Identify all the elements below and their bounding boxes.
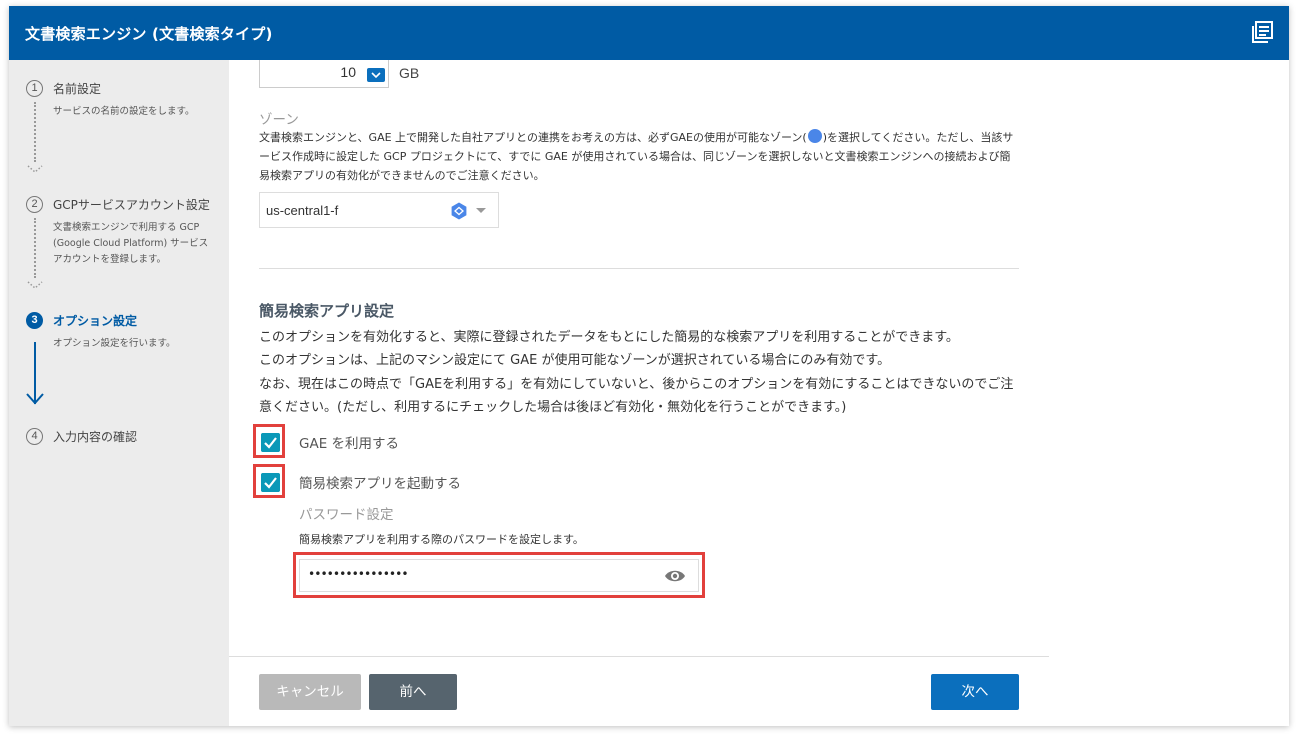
launch-app-label[interactable]: 簡易検索アプリを起動する — [299, 472, 461, 492]
zone-select-value: us-central1-f — [266, 203, 339, 218]
desc-line: なお、現在はこの時点で「GAEを利用する」を有効にしていないと、後からこのオプシ… — [259, 376, 1014, 415]
dialog: 文書検索エンジン (文書検索タイプ) 1 名前設定 サービスの名前の設定をします… — [9, 6, 1289, 726]
step-label: GCPサービスアカウント設定 — [53, 198, 210, 212]
password-value: •••••••••••••••• — [308, 567, 409, 581]
chevron-down-icon — [27, 281, 43, 289]
desc-line: このオプションは、上記のマシン設定にて GAE が使用可能なゾーンが選択されてい… — [259, 353, 891, 369]
launch-app-checkbox[interactable] — [261, 473, 280, 492]
highlight-frame — [253, 424, 285, 458]
section-title: 簡易検索アプリ設定 — [259, 302, 395, 320]
chevron-down-icon — [27, 165, 43, 173]
step-number: 1 — [26, 80, 43, 97]
footer-divider — [229, 656, 1049, 657]
step-description: サービスの名前の設定をします。 — [53, 106, 195, 117]
next-button[interactable]: 次へ — [931, 674, 1019, 710]
step-sidebar: 1 名前設定 サービスの名前の設定をします。 2 GCPサービスアカウント設定 … — [9, 60, 229, 726]
password-label: パスワード設定 — [299, 507, 394, 523]
step-label: 入力内容の確認 — [53, 430, 138, 444]
use-gae-label[interactable]: GAE を利用する — [299, 432, 399, 452]
disk-unit: GB — [399, 65, 420, 81]
step-connector — [34, 102, 36, 162]
step-label: 名前設定 — [53, 82, 102, 96]
step-number: 2 — [26, 196, 43, 213]
step-description: オプション設定を行います。 — [53, 338, 176, 349]
step-description: 文書検索エンジンで利用する GCP (Google Cloud Platform… — [53, 222, 209, 265]
window-title: 文書検索エンジン (文書検索タイプ) — [25, 25, 273, 43]
highlight-frame — [253, 464, 285, 498]
password-input[interactable]: •••••••••••••••• — [299, 559, 699, 592]
password-description: 簡易検索アプリを利用する際のパスワードを設定します。 — [299, 533, 584, 546]
arrow-down-icon — [26, 393, 44, 405]
disk-size-value: 10 — [340, 64, 356, 80]
step-number: 4 — [26, 428, 43, 445]
cancel-button[interactable]: キャンセル — [259, 674, 361, 710]
step-connector — [34, 218, 36, 278]
gae-icon — [451, 202, 467, 220]
prev-button[interactable]: 前へ — [369, 674, 457, 710]
step-label: オプション設定 — [53, 314, 138, 328]
zone-desc-text: 文書検索エンジンと、GAE 上で開発した自社アプリとの連携をお考えの方は、必ずG… — [259, 131, 807, 144]
disk-size-input[interactable]: 10 — [259, 60, 389, 88]
eye-icon[interactable] — [664, 567, 686, 585]
highlight-frame: •••••••••••••••• — [293, 552, 705, 598]
divider — [259, 268, 1019, 269]
desc-line: このオプションを有効化すると、実際に登録されたデータをもとにした簡易的な検索アプ… — [259, 330, 959, 345]
zone-label: ゾーン — [259, 112, 299, 128]
gae-icon — [807, 129, 822, 143]
section-description: このオプションを有効化すると、実際に登録されたデータをもとにした簡易的な検索アプ… — [259, 326, 1024, 419]
step-number: 3 — [26, 312, 43, 329]
chevron-down-icon — [476, 208, 486, 213]
zone-select[interactable]: us-central1-f — [259, 192, 499, 228]
use-gae-checkbox[interactable] — [261, 433, 280, 452]
spinner-down-icon[interactable] — [367, 68, 385, 82]
title-bar: 文書検索エンジン (文書検索タイプ) — [9, 6, 1289, 60]
zone-description: 文書検索エンジンと、GAE 上で開発した自社アプリとの連携をお考えの方は、必ずG… — [259, 128, 1019, 185]
document-list-icon[interactable] — [1251, 21, 1273, 43]
